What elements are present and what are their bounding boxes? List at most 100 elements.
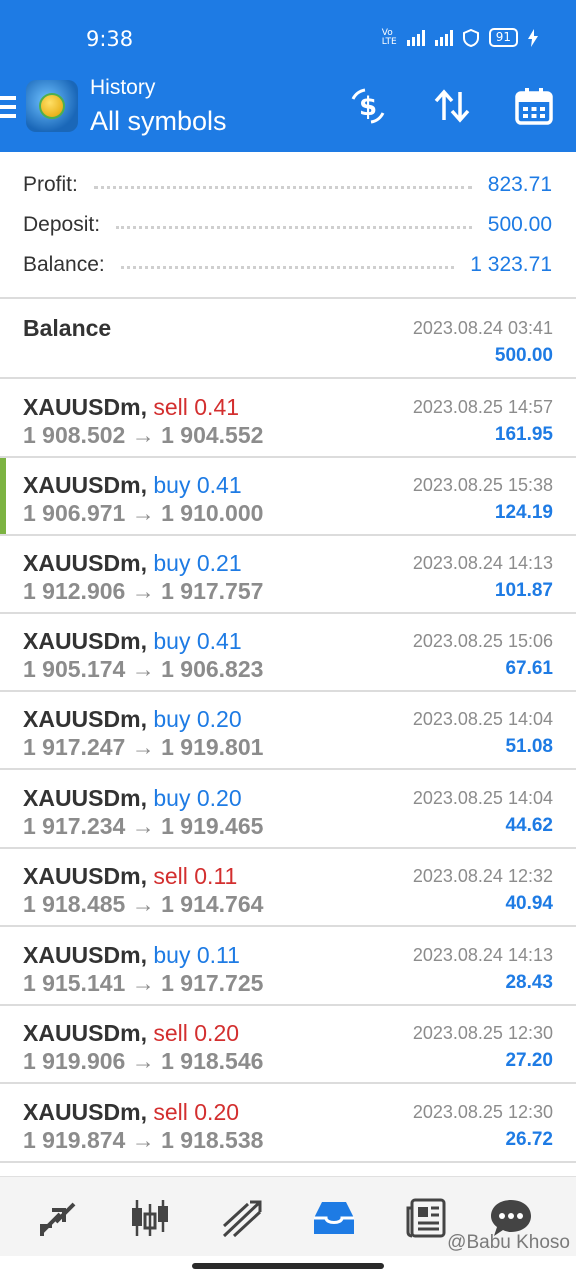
deal-title: XAUUSDm, buy 0.20 [23,706,242,733]
deal-row[interactable]: XAUUSDm, buy 0.20 1 917.234 → 1 919.465 … [0,771,576,849]
close-price: 1 904.552 [161,422,264,448]
deal-row[interactable]: XAUUSDm, buy 0.11 1 915.141 → 1 917.725 … [0,928,576,1006]
deal-date: 2023.08.24 14:13 [412,553,553,573]
deal-row-selected[interactable]: XAUUSDm, buy 0.41 1 906.971 → 1 910.000 … [0,458,576,536]
summary-label: Profit: [23,173,78,196]
deal-prices: 1 906.971 → 1 910.000 [23,500,263,527]
deal-date: 2023.08.25 15:38 [412,475,553,495]
close-price: 1 918.538 [161,1127,264,1153]
deal-volume: 0.20 [196,706,242,732]
menu-icon[interactable] [0,96,16,118]
deal-prices: 1 915.141 → 1 917.725 [23,970,263,997]
deal-row[interactable]: XAUUSDm, sell 0.11 1 918.485 → 1 914.764… [0,849,576,927]
arrow-icon: → [131,1127,155,1153]
deal-prices: 1 918.485 → 1 914.764 [23,891,263,918]
deal-date: 2023.08.25 15:06 [412,631,553,651]
arrow-icon: → [131,734,155,760]
deal-side: buy [153,785,191,811]
deal-title: XAUUSDm, sell 0.20 [23,1020,239,1047]
deal-symbol: XAUUSDm, [23,785,147,811]
svg-text:$: $ [359,92,377,122]
dotted-leader [116,221,472,229]
deal-profit: 51.08 [505,736,553,757]
deal-volume: 0.41 [196,472,242,498]
deal-symbol: XAUUSDm, [23,1020,147,1046]
arrow-icon: → [131,970,155,996]
selected-indicator [0,458,6,534]
status-time: 9:38 [86,27,134,51]
page-title: History [90,76,156,99]
deal-prices: 1 908.502 → 1 904.552 [23,422,263,449]
deal-side: buy [153,472,191,498]
deal-prices: 1 905.174 → 1 906.823 [23,656,263,683]
open-price: 1 917.234 [23,813,126,839]
deal-side: sell [153,1099,188,1125]
deal-prices: 1 919.906 → 1 918.546 [23,1048,263,1075]
deal-row[interactable]: XAUUSDm, buy 0.21 1 912.906 → 1 917.757 … [0,536,576,614]
history-summary: Profit: 823.71 Deposit: 500.00 Balance: … [0,152,576,299]
deal-title: XAUUSDm, buy 0.41 [23,628,242,655]
deal-volume: 0.11 [194,863,238,889]
deal-profit: 40.94 [505,893,553,914]
balance-row[interactable]: Balance 2023.08.24 03:41 500.00 [0,301,576,379]
sort-icon[interactable] [428,82,476,130]
dotted-leader [120,261,455,269]
deal-side: buy [153,706,191,732]
arrow-icon: → [131,500,155,526]
summary-value: 1 323.71 [470,253,552,276]
close-price: 1 919.801 [161,734,264,760]
summary-label: Balance: [23,253,105,276]
deal-profit: 124.19 [494,502,553,523]
deal-symbol: XAUUSDm, [23,942,147,968]
deal-profit: 67.61 [505,658,553,679]
battery-icon: 91 [488,28,518,47]
open-price: 1 912.906 [23,578,126,604]
deal-volume: 0.21 [196,550,242,576]
arrow-icon: → [131,422,155,448]
deal-row[interactable]: XAUUSDm, sell 0.20 1 919.874 → 1 918.538… [0,1085,576,1163]
trade-icon[interactable] [219,1195,265,1241]
deal-row[interactable]: XAUUSDm, sell 0.20 1 919.906 → 1 918.546… [0,1006,576,1084]
deal-side: sell [153,394,188,420]
close-price: 1 919.465 [161,813,264,839]
arrow-icon: → [131,656,155,682]
deal-prices: 1 917.234 → 1 919.465 [23,813,263,840]
app-bar: History All symbols $ [0,62,576,152]
open-price: 1 906.971 [23,500,126,526]
deal-profit: 500.00 [494,345,553,366]
deal-title: XAUUSDm, sell 0.41 [23,394,239,421]
history-inbox-icon[interactable] [311,1195,357,1241]
deal-prices: 1 917.247 → 1 919.801 [23,734,263,761]
deal-row[interactable]: XAUUSDm, buy 0.20 1 917.247 → 1 919.801 … [0,692,576,770]
deal-title: XAUUSDm, sell 0.11 [23,863,237,890]
chart-candles-icon[interactable] [127,1195,173,1241]
deal-side: sell [153,1020,188,1046]
close-price: 1 910.000 [161,500,264,526]
status-icons: Vo LTE 91 [382,28,538,47]
currency-exchange-icon[interactable]: $ [344,82,392,130]
deal-row[interactable]: XAUUSDm, buy 0.41 1 905.174 → 1 906.823 … [0,614,576,692]
deal-side: buy [153,628,191,654]
deal-row[interactable]: XAUUSDm, sell 0.41 1 908.502 → 1 904.552… [0,380,576,458]
quotes-arrows-icon[interactable] [35,1195,81,1241]
deal-date: 2023.08.25 14:57 [412,397,553,417]
deal-volume: 0.20 [194,1099,240,1125]
arrow-icon: → [131,813,155,839]
open-price: 1 917.247 [23,734,126,760]
close-price: 1 918.546 [161,1048,264,1074]
deal-date: 2023.08.24 14:13 [412,945,553,965]
deal-symbol: XAUUSDm, [23,1099,147,1125]
deal-profit: 101.87 [494,580,553,601]
deal-title: XAUUSDm, buy 0.20 [23,785,242,812]
home-indicator[interactable] [192,1263,384,1269]
deal-profit: 27.20 [505,1050,553,1071]
deal-volume: 0.20 [196,785,242,811]
deal-volume: 0.41 [196,628,242,654]
deal-title: XAUUSDm, sell 0.20 [23,1099,239,1126]
news-icon[interactable] [403,1195,449,1241]
open-price: 1 905.174 [23,656,126,682]
vpn-shield-icon [462,28,479,47]
signal-icon [434,29,453,46]
symbol-filter[interactable]: All symbols [90,106,227,137]
calendar-icon[interactable] [510,82,558,130]
